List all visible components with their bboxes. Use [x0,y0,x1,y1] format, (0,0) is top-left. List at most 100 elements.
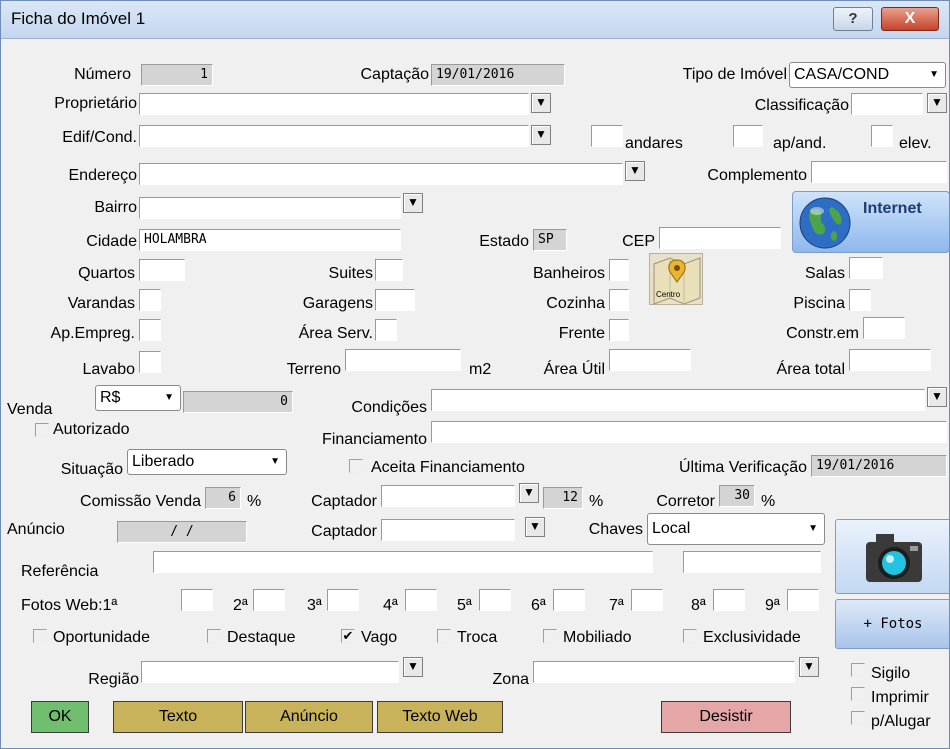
camera-button[interactable] [835,519,949,594]
banheiros-field[interactable] [609,259,629,281]
elev-field[interactable] [871,125,893,147]
foto-web-slot-3[interactable] [327,589,359,611]
cidade-field[interactable]: HOLAMBRA [139,229,401,251]
dropdown-arrow-icon[interactable]: ▼ [531,125,551,145]
captador2-field[interactable] [381,519,515,541]
dropdown-arrow-icon[interactable]: ▼ [525,517,545,537]
complemento-field[interactable] [811,161,947,183]
ap-empreg-field[interactable] [139,319,161,341]
dropdown-arrow-icon[interactable]: ▼ [403,193,423,213]
area-total-field[interactable] [849,349,931,371]
cep-label: CEP [622,233,655,250]
chevron-down-icon: ▼ [270,456,280,467]
help-button[interactable]: ? [833,7,873,31]
texto-web-button[interactable]: Texto Web [377,701,503,733]
add-photos-button[interactable]: + Fotos [835,599,949,649]
bairro-field[interactable] [139,197,401,219]
endereco-field[interactable] [139,163,623,185]
referencia-extra-field[interactable] [683,551,821,573]
internet-button[interactable]: Internet [792,191,949,253]
quartos-field[interactable] [139,259,185,281]
estado-field[interactable]: SP [533,229,567,251]
condicoes-field[interactable] [431,389,925,411]
cep-field[interactable] [659,227,781,249]
globe-icon [799,197,851,249]
foto-web-slot-4[interactable] [405,589,437,611]
captador1-field[interactable] [381,485,515,507]
suites-field[interactable] [375,259,403,281]
anuncio-date-field[interactable]: / / [117,521,247,543]
autorizado-checkbox[interactable] [35,423,49,437]
salas-field[interactable] [849,257,883,279]
foto-web-slot-5[interactable] [479,589,511,611]
dropdown-arrow-icon[interactable]: ▼ [531,93,551,113]
dropdown-arrow-icon[interactable]: ▼ [927,387,947,407]
foto-web-slot-6[interactable] [553,589,585,611]
comissao-venda-field[interactable]: 6 [205,487,241,509]
venda-value-field[interactable]: 0 [183,391,293,413]
cozinha-label: Cozinha [546,295,605,312]
map-button[interactable]: Centro [649,253,703,305]
corretor-field[interactable]: 30 [719,485,755,507]
dropdown-arrow-icon[interactable]: ▼ [403,657,423,677]
oportunidade-label: Oportunidade [53,629,150,646]
troca-checkbox[interactable] [437,629,451,643]
chevron-down-icon: ▼ [929,69,939,80]
garagens-field[interactable] [375,289,415,311]
destaque-checkbox[interactable] [207,629,221,643]
foto-web-slot-1[interactable] [181,589,213,611]
ap-and-field[interactable] [733,125,763,147]
foto-web-slot-2[interactable] [253,589,285,611]
dropdown-arrow-icon[interactable]: ▼ [625,161,645,181]
area-serv-field[interactable] [375,319,397,341]
vago-checkbox[interactable]: ✔ [341,629,355,643]
captacao-field[interactable]: 19/01/2016 [431,64,565,86]
zona-field[interactable] [533,661,795,683]
varandas-field[interactable] [139,289,161,311]
frente-field[interactable] [609,319,629,341]
financiamento-field[interactable] [431,421,947,443]
constr-em-field[interactable] [863,317,905,339]
terreno-unit: m2 [469,361,492,378]
imprimir-checkbox[interactable] [851,687,865,701]
ultima-verificacao-field[interactable]: 19/01/2016 [811,455,947,477]
constr-em-label: Constr.em [786,325,859,342]
chevron-down-icon: ▼ [164,392,174,403]
exclusividade-checkbox[interactable] [683,629,697,643]
texto-button[interactable]: Texto [113,701,243,733]
proprietario-field[interactable] [139,93,529,115]
andares-field[interactable] [591,125,623,147]
foto-web-slot-7[interactable] [631,589,663,611]
referencia-field[interactable] [153,551,653,573]
dropdown-arrow-icon[interactable]: ▼ [927,93,947,113]
piscina-field[interactable] [849,289,871,311]
edif-cond-field[interactable] [139,125,529,147]
terreno-field[interactable] [345,349,461,371]
classificacao-field[interactable] [851,93,923,115]
salas-label: Salas [804,265,845,282]
desistir-button[interactable]: Desistir [661,701,791,733]
captador1-pct-field[interactable]: 12 [543,487,583,509]
tipo-imovel-select[interactable]: CASA/COND ▼ [789,62,946,88]
dropdown-arrow-icon[interactable]: ▼ [519,483,539,503]
chevron-down-icon: ▼ [808,523,818,534]
dropdown-arrow-icon[interactable]: ▼ [799,657,819,677]
regiao-field[interactable] [141,661,399,683]
oportunidade-checkbox[interactable] [33,629,47,643]
venda-currency-select[interactable]: R$ ▼ [95,385,181,411]
cozinha-field[interactable] [609,289,629,311]
p-alugar-checkbox[interactable] [851,711,865,725]
aceita-financiamento-checkbox[interactable] [349,459,363,473]
sigilo-checkbox[interactable] [851,663,865,677]
situacao-select[interactable]: Liberado ▼ [127,449,287,475]
close-button[interactable]: X [881,7,939,31]
anuncio-button[interactable]: Anúncio [245,701,373,733]
foto-web-slot-9[interactable] [787,589,819,611]
chaves-select[interactable]: Local ▼ [647,513,825,545]
area-util-field[interactable] [609,349,691,371]
lavabo-field[interactable] [139,351,161,373]
foto-web-slot-8[interactable] [713,589,745,611]
numero-field[interactable]: 1 [141,64,213,86]
mobiliado-checkbox[interactable] [543,629,557,643]
ok-button[interactable]: OK [31,701,89,733]
